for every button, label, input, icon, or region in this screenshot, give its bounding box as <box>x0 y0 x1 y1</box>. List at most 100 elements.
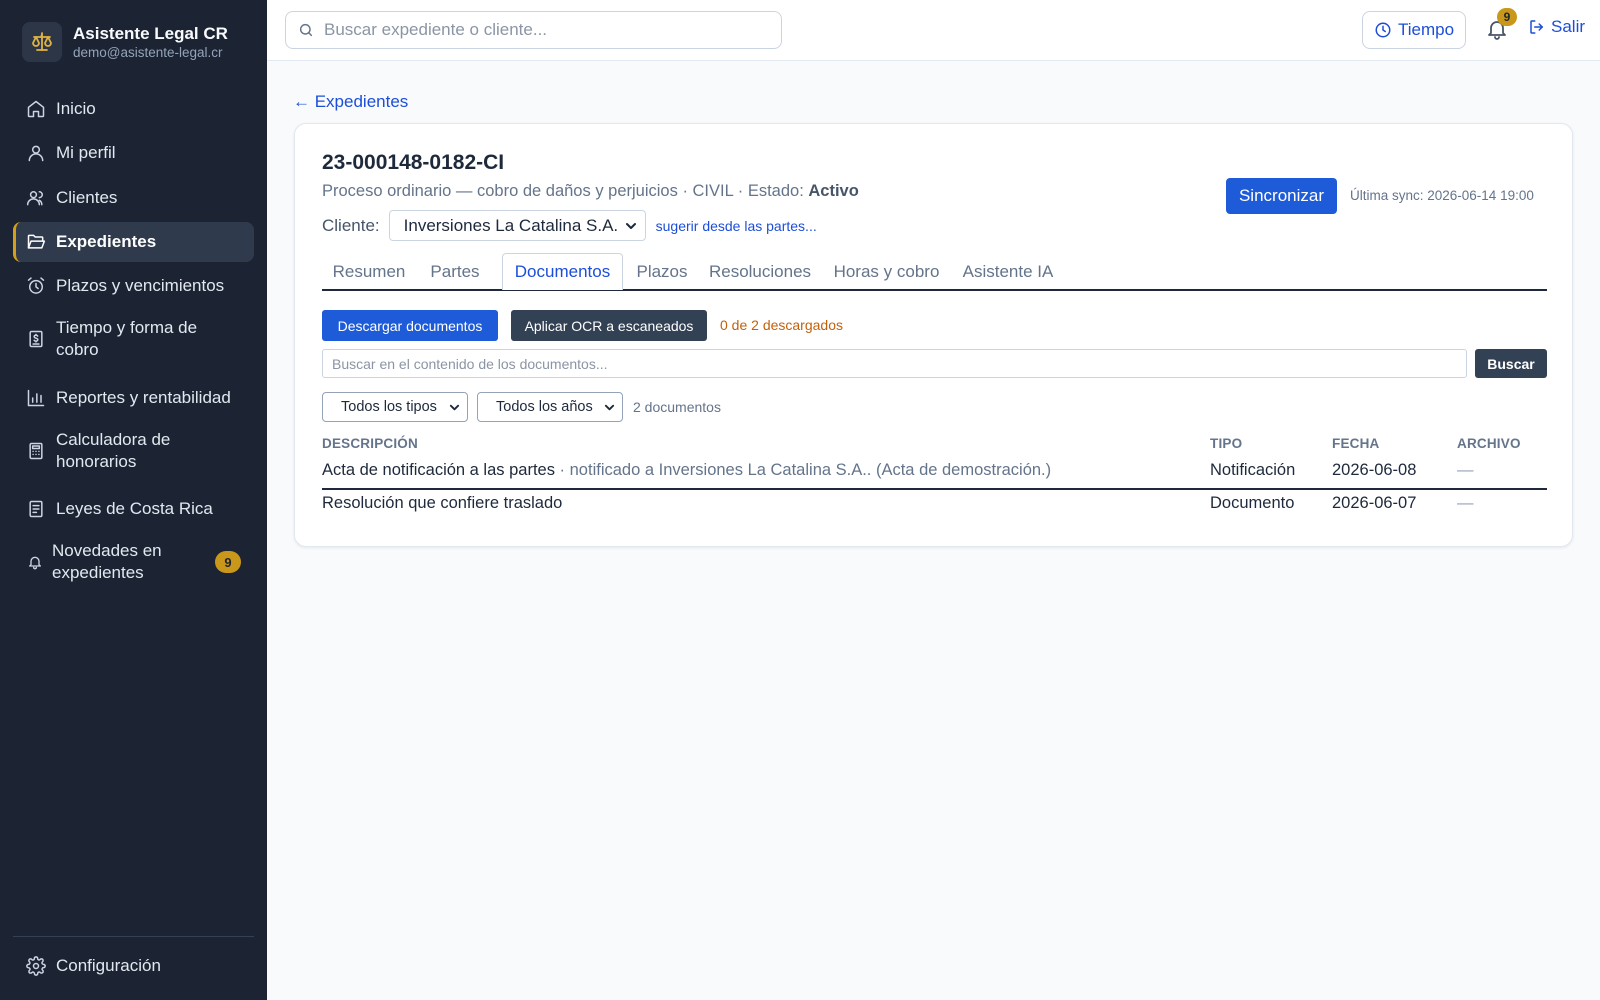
app-name: Asistente Legal CR <box>73 23 228 43</box>
column-header-fecha: FECHA <box>1332 436 1380 451</box>
logout-label: Salir <box>1551 17 1586 36</box>
sidebar: Asistente Legal CR demo@asistente-legal.… <box>0 0 267 1000</box>
sidebar-item-calculadora[interactable]: Calculadora de honorarios <box>13 423 254 479</box>
sidebar-item-clientes[interactable]: Clientes <box>13 178 254 218</box>
search-icon <box>298 22 314 38</box>
row-description-title: Acta de notificación a las partes <box>322 461 555 479</box>
topbar: Tiempo 9 Salir <box>267 0 1600 61</box>
sidebar-item-label: Leyes de Costa Rica <box>56 499 213 518</box>
sidebar-item-label: Novedades en expedientes <box>52 541 162 582</box>
back-to-expedientes-link[interactable]: ← Expedientes <box>293 92 408 112</box>
sidebar-item-label: Configuración <box>56 956 161 975</box>
chevron-down-icon <box>625 220 637 232</box>
users-icon <box>26 188 46 208</box>
clock-icon <box>1374 21 1392 39</box>
brand[interactable]: Asistente Legal CR demo@asistente-legal.… <box>22 22 228 62</box>
notifications-count-badge: 9 <box>1497 8 1517 26</box>
tab-asistente-ia[interactable]: Asistente IA <box>954 253 1062 291</box>
document-content-search[interactable] <box>322 349 1467 378</box>
column-header-archivo: ARCHIVO <box>1457 436 1521 451</box>
sidebar-item-label: Inicio <box>56 99 96 118</box>
alarm-clock-icon <box>26 276 46 296</box>
home-icon <box>26 99 46 119</box>
sync-button[interactable]: Sincronizar <box>1226 178 1337 214</box>
table-row[interactable]: Acta de notificación a las partes · noti… <box>322 455 1547 487</box>
bar-chart-icon <box>26 388 46 408</box>
column-header-tipo: TIPO <box>1210 436 1243 451</box>
tab-documentos[interactable]: Documentos <box>502 253 623 290</box>
sidebar-item-leyes[interactable]: Leyes de Costa Rica <box>13 489 254 529</box>
logout-icon <box>1528 18 1546 36</box>
column-header-descripcion: DESCRIPCIÓN <box>322 436 418 451</box>
book-icon <box>26 499 46 519</box>
tiempo-button[interactable]: Tiempo <box>1362 11 1466 49</box>
logout-button[interactable]: Salir <box>1528 17 1585 37</box>
year-filter-select[interactable]: Todos los años <box>477 392 623 422</box>
tab-resoluciones[interactable]: Resoluciones <box>701 253 819 291</box>
tab-plazos[interactable]: Plazos <box>630 253 694 291</box>
row-file: — <box>1457 494 1474 512</box>
suggest-client-link[interactable]: sugerir desde las partes... <box>656 218 817 234</box>
type-filter-value: Todos los tipos <box>341 399 437 415</box>
sidebar-item-label: Expedientes <box>56 232 157 251</box>
document-search-input[interactable] <box>323 350 1466 377</box>
case-meta: Proceso ordinario — cobro de daños y per… <box>322 182 859 201</box>
sidebar-item-mi-perfil[interactable]: Mi perfil <box>13 133 254 173</box>
sidebar-item-plazos[interactable]: Plazos y vencimientos <box>13 266 254 306</box>
apply-ocr-button[interactable]: Aplicar OCR a escaneados <box>511 310 707 341</box>
type-filter-select[interactable]: Todos los tipos <box>322 392 468 422</box>
row-description: Resolución que confiere traslado <box>322 494 562 513</box>
row-description: Acta de notificación a las partes · noti… <box>322 461 1051 480</box>
receipt-icon <box>26 329 46 349</box>
case-status: Activo <box>808 182 859 200</box>
case-card: 23-000148-0182-CI Proceso ordinario — co… <box>294 123 1573 547</box>
client-row: Cliente: Inversiones La Catalina S.A. su… <box>322 210 817 241</box>
row-description-note: · notificado a Inversiones La Catalina S… <box>554 461 1052 479</box>
sidebar-item-label: Mi perfil <box>56 143 116 162</box>
row-date: 2026-06-07 <box>1332 494 1417 512</box>
tab-horas-cobro[interactable]: Horas y cobro <box>826 253 947 291</box>
document-count: 2 documentos <box>633 399 721 415</box>
sidebar-item-label: Clientes <box>56 188 118 207</box>
scales-icon <box>22 22 62 62</box>
novedades-count-badge: 9 <box>215 551 241 573</box>
client-select[interactable]: Inversiones La Catalina S.A. <box>388 210 646 241</box>
global-search-input[interactable] <box>324 20 764 40</box>
tab-partes[interactable]: Partes <box>421 253 489 291</box>
sidebar-item-inicio[interactable]: Inicio <box>13 89 254 129</box>
row-file: — <box>1457 461 1474 479</box>
bell-icon <box>27 554 43 570</box>
sidebar-item-configuracion[interactable]: Configuración <box>13 946 254 986</box>
sidebar-item-label: Calculadora de honorarios <box>56 430 171 471</box>
download-documents-button[interactable]: Descargar documentos <box>322 310 498 341</box>
chevron-down-icon <box>449 402 460 413</box>
row-date: 2026-06-08 <box>1332 461 1417 479</box>
client-label: Cliente: <box>322 215 380 235</box>
search-documents-button[interactable]: Buscar <box>1475 349 1547 378</box>
row-description-title: Resolución que confiere traslado <box>322 494 563 512</box>
download-status: 0 de 2 descargados <box>720 317 843 333</box>
sidebar-item-label: Plazos y vencimientos <box>56 276 225 295</box>
user-icon <box>26 143 46 163</box>
row-type: Documento <box>1210 494 1295 512</box>
sidebar-item-expedientes[interactable]: Expedientes <box>13 222 254 262</box>
sidebar-item-tiempo-cobro[interactable]: Tiempo y forma de cobro <box>13 311 254 367</box>
tab-resumen[interactable]: Resumen <box>322 253 416 291</box>
case-tabs: Resumen Partes Documentos Plazos Resoluc… <box>322 253 1547 291</box>
sidebar-item-novedades[interactable]: Novedades en expedientes 9 <box>13 534 254 590</box>
last-sync-text: Última sync: 2026-06-14 19:00 <box>1350 188 1534 203</box>
folder-open-icon <box>26 232 46 252</box>
global-search[interactable] <box>285 11 782 49</box>
calculator-icon <box>26 441 46 461</box>
tiempo-label: Tiempo <box>1397 20 1455 39</box>
sidebar-item-reportes[interactable]: Reportes y rentabilidad <box>13 378 254 418</box>
gear-icon <box>26 956 46 976</box>
case-title: 23-000148-0182-CI <box>322 151 505 174</box>
sidebar-item-label: Tiempo y forma de cobro <box>56 318 198 359</box>
case-description: Proceso ordinario — cobro de daños y per… <box>322 182 809 200</box>
user-email: demo@asistente-legal.cr <box>73 44 223 60</box>
chevron-down-icon <box>604 402 615 413</box>
sidebar-item-label: Reportes y rentabilidad <box>56 388 231 407</box>
row-type: Notificación <box>1210 461 1296 479</box>
table-row[interactable]: Resolución que confiere traslado Documen… <box>322 488 1547 520</box>
